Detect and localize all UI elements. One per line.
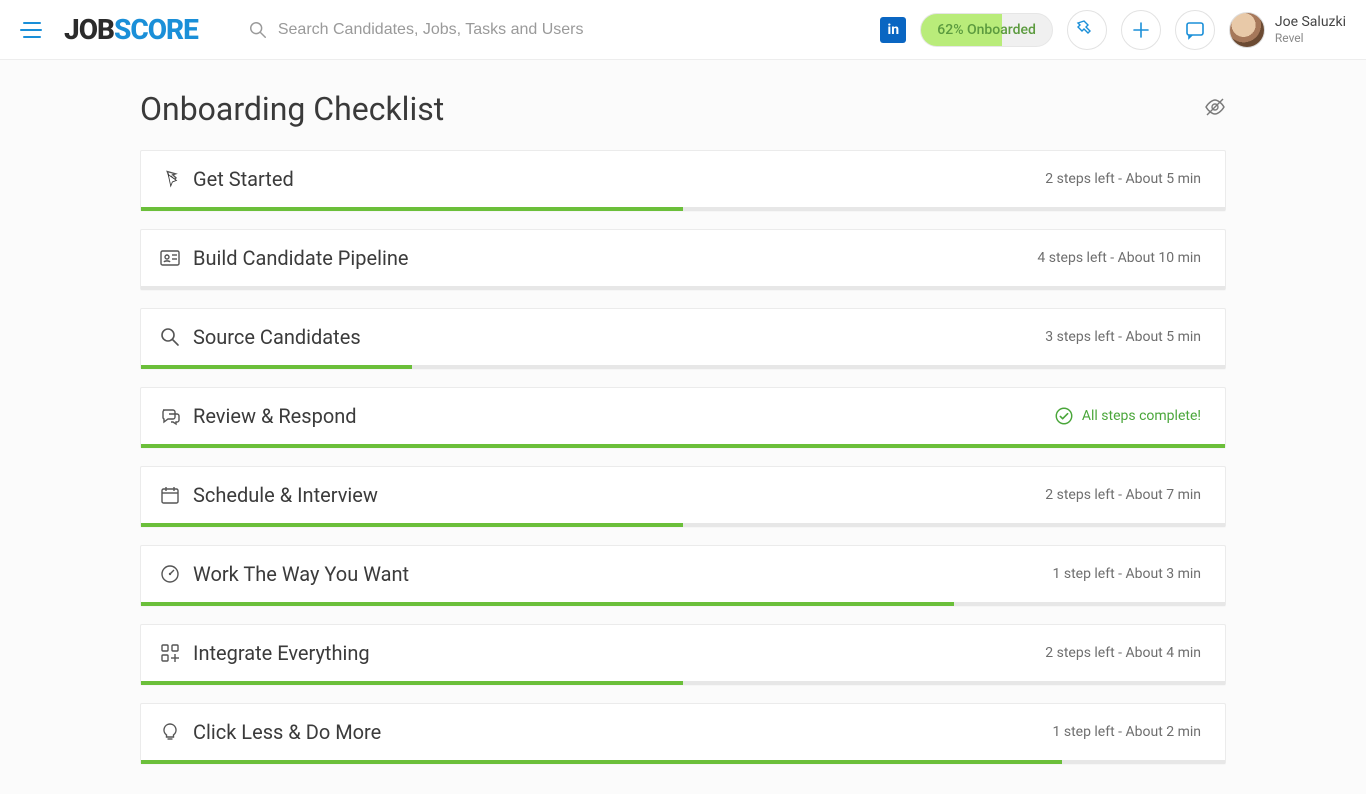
checklist-item[interactable]: Integrate Everything 2 steps left - About… — [140, 624, 1226, 685]
search-icon — [248, 20, 268, 40]
calendar-icon — [159, 484, 181, 506]
id-card-icon — [159, 247, 181, 269]
progress-bar — [141, 207, 1225, 211]
checklist-item[interactable]: Review & Respond All steps complete! — [140, 387, 1226, 448]
add-button[interactable] — [1121, 10, 1161, 50]
messages-button[interactable] — [1175, 10, 1215, 50]
user-name: Joe Saluzki — [1275, 14, 1346, 31]
checklist-item-title: Source Candidates — [193, 325, 361, 349]
checklist-item-title: Review & Respond — [193, 404, 357, 428]
progress-bar — [141, 681, 1225, 685]
checklist-item-status: 2 steps left - About 5 min — [1045, 171, 1201, 187]
page-title: Onboarding Checklist — [140, 90, 444, 128]
checklist-item[interactable]: Schedule & Interview 2 steps left - About… — [140, 466, 1226, 527]
brand-part1: JOB — [64, 13, 114, 46]
checklist-item-status: All steps complete! — [1054, 406, 1201, 426]
main-content: Onboarding Checklist Get Started 2 steps … — [0, 60, 1366, 794]
brand-part2: SCORE — [114, 13, 198, 46]
checklist-item[interactable]: Work The Way You Want 1 step left - About… — [140, 545, 1226, 606]
progress-fill — [141, 760, 1062, 764]
plus-icon — [1130, 19, 1152, 41]
user-company: Revel — [1275, 31, 1346, 45]
bulb-icon — [159, 721, 181, 743]
checklist-item-title: Get Started — [193, 167, 294, 191]
gauge-icon — [159, 563, 181, 585]
header-actions: in 62% Onboarded Joe Saluzki Revel — [880, 10, 1346, 50]
progress-fill — [141, 365, 412, 369]
grid-icon — [159, 642, 181, 664]
checklist-item-status: 4 steps left - About 10 min — [1037, 250, 1201, 266]
chatbox-icon — [1184, 19, 1206, 41]
app-header: JOBSCORE in 62% Onboarded Joe Saluzki Re… — [0, 0, 1366, 60]
checklist-item-status: 3 steps left - About 5 min — [1045, 329, 1201, 345]
global-search[interactable] — [248, 20, 880, 40]
progress-bar — [141, 444, 1225, 448]
pin-button[interactable] — [1067, 10, 1107, 50]
avatar — [1229, 12, 1265, 48]
progress-bar — [141, 760, 1225, 764]
chat-icon — [159, 405, 181, 427]
progress-bar — [141, 602, 1225, 606]
pointer-icon — [159, 168, 181, 190]
search-input[interactable] — [278, 21, 880, 39]
progress-fill — [141, 207, 683, 211]
brand-logo[interactable]: JOBSCORE — [64, 13, 198, 46]
progress-fill — [141, 523, 683, 527]
checklist-item[interactable]: Get Started 2 steps left - About 5 min — [140, 150, 1226, 211]
progress-fill — [141, 444, 1225, 448]
checklist-item-title: Build Candidate Pipeline — [193, 246, 409, 270]
checklist-item-title: Click Less & Do More — [193, 720, 381, 744]
checklist: Get Started 2 steps left - About 5 min Bui… — [140, 150, 1226, 764]
checklist-item[interactable]: Source Candidates 3 steps left - About 5 … — [140, 308, 1226, 369]
checklist-item-title: Schedule & Interview — [193, 483, 378, 507]
checklist-item-title: Work The Way You Want — [193, 562, 409, 586]
checklist-item[interactable]: Build Candidate Pipeline 4 steps left - A… — [140, 229, 1226, 290]
onboarding-progress-badge[interactable]: 62% Onboarded — [920, 13, 1053, 47]
eye-off-icon — [1204, 96, 1226, 118]
checklist-item-status: 1 step left - About 3 min — [1053, 566, 1202, 582]
linkedin-button[interactable]: in — [880, 17, 906, 43]
hide-checklist-button[interactable] — [1204, 96, 1226, 122]
checklist-item-title: Integrate Everything — [193, 641, 370, 665]
progress-bar — [141, 365, 1225, 369]
progress-fill — [141, 681, 683, 685]
checklist-item[interactable]: Click Less & Do More 1 step left - About … — [140, 703, 1226, 764]
progress-bar — [141, 286, 1225, 290]
menu-toggle-button[interactable] — [20, 18, 44, 42]
checklist-item-status: 1 step left - About 2 min — [1053, 724, 1202, 740]
search-icon — [159, 326, 181, 348]
pin-icon — [1076, 19, 1098, 41]
checklist-item-status: 2 steps left - About 7 min — [1045, 487, 1201, 503]
user-menu[interactable]: Joe Saluzki Revel — [1229, 12, 1346, 48]
check-circle-icon — [1054, 406, 1074, 426]
progress-fill — [141, 602, 954, 606]
progress-bar — [141, 523, 1225, 527]
checklist-item-status: 2 steps left - About 4 min — [1045, 645, 1201, 661]
